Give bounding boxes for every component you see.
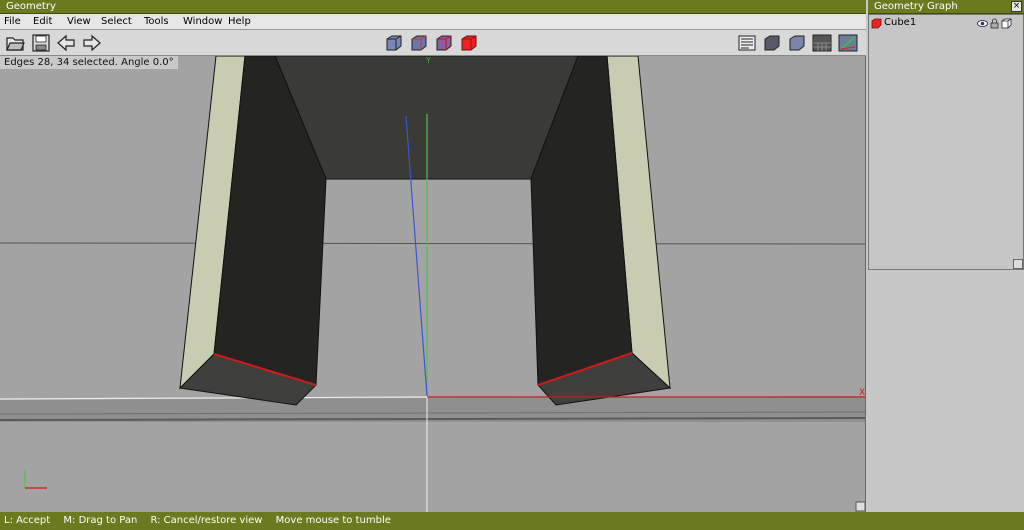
visibility-eye-icon[interactable] [977, 18, 988, 29]
grid-toggle-icon[interactable] [812, 33, 832, 53]
graph-item-label: Cube1 [884, 17, 917, 28]
save-icon[interactable] [31, 33, 51, 53]
menu-file[interactable]: File [4, 16, 21, 27]
smooth-shade-icon[interactable] [762, 33, 782, 53]
geometry-graph-title: Geometry Graph × [868, 0, 1024, 14]
x-axis-label: X [859, 388, 866, 398]
toolbar [0, 30, 866, 56]
wire-cube-icon[interactable] [1001, 18, 1012, 29]
wireframe-cube-icon[interactable] [384, 33, 404, 53]
menu-view[interactable]: View [67, 16, 91, 27]
resize-handle[interactable] [855, 501, 865, 512]
horizon-line [0, 242, 865, 245]
display-options-icon[interactable] [737, 33, 757, 53]
flat-shade-icon[interactable] [787, 33, 807, 53]
3d-viewport[interactable]: Edges 28, 34 selected. Angle 0.0° Y X [0, 56, 866, 512]
status-bar: L: Accept M: Drag to Pan R: Cancel/resto… [0, 512, 1024, 530]
hint-middle-click: M: Drag to Pan [63, 515, 138, 526]
lock-icon[interactable] [990, 18, 999, 29]
hint-right-click: R: Cancel/restore view [150, 515, 263, 526]
axis-toggle-icon[interactable] [838, 33, 858, 53]
graph-lower-empty-area [868, 272, 1024, 512]
geometry-window-title: Geometry [0, 0, 866, 14]
menu-bar: File Edit View Select Tools Window Help [0, 14, 866, 30]
solid-red-cube-icon[interactable] [459, 33, 479, 53]
graph-title-text: Geometry Graph [874, 1, 958, 12]
graph-resize-handle[interactable] [1013, 259, 1023, 269]
back-arrow-icon[interactable] [56, 33, 76, 53]
geometry-title-text: Geometry [6, 1, 56, 12]
viewport-status-text: Edges 28, 34 selected. Angle 0.0° [0, 56, 178, 69]
shaded-wire-cube-icon[interactable] [434, 33, 454, 53]
menu-select[interactable]: Select [101, 16, 132, 27]
y-axis-label: Y [426, 56, 431, 65]
viewport-canvas[interactable] [0, 56, 866, 512]
open-folder-icon[interactable] [5, 33, 25, 53]
hint-mouse-move: Move mouse to tumble [275, 515, 391, 526]
graph-item-cube1[interactable]: Cube1 [871, 17, 1021, 31]
hint-left-click: L: Accept [4, 515, 51, 526]
geometry-graph-panel: Cube1 [868, 14, 1024, 270]
menu-edit[interactable]: Edit [33, 16, 52, 27]
menu-window[interactable]: Window [183, 16, 222, 27]
menu-tools[interactable]: Tools [144, 16, 169, 27]
close-icon[interactable]: × [1011, 1, 1022, 12]
menu-help[interactable]: Help [228, 16, 251, 27]
hidden-line-cube-icon[interactable] [409, 33, 429, 53]
forward-arrow-icon[interactable] [82, 33, 102, 53]
red-cube-icon [871, 18, 882, 29]
